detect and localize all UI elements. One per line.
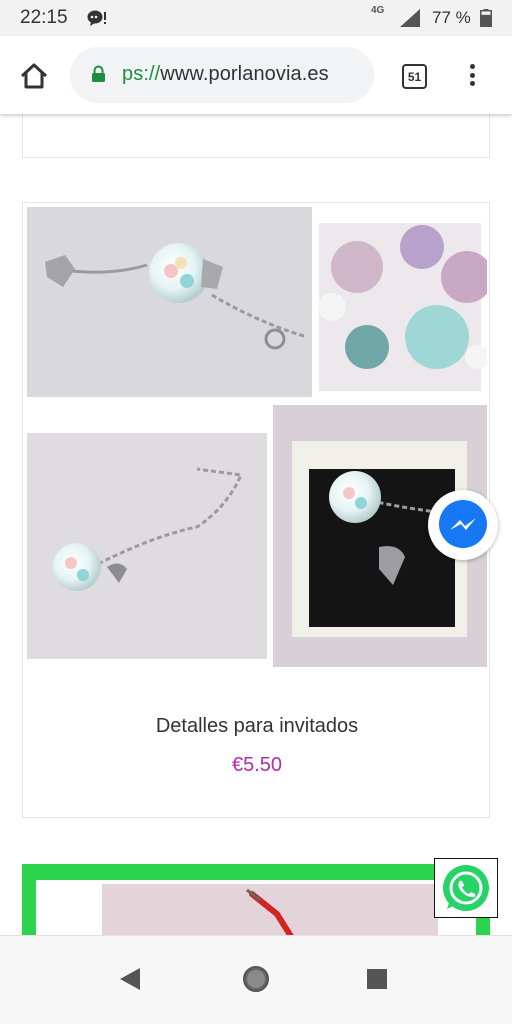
status-time: 22:15 — [20, 7, 68, 28]
messenger-icon — [439, 500, 487, 548]
network-type: 4G — [371, 5, 385, 16]
whatsapp-icon — [443, 865, 489, 911]
system-navigation-bar — [0, 935, 512, 1024]
messenger-button[interactable] — [428, 490, 498, 560]
home-button[interactable] — [14, 56, 54, 96]
address-bar[interactable]: ps://www.porlanovia.es — [70, 47, 374, 103]
whatsapp-button[interactable] — [434, 858, 498, 918]
home-icon — [20, 63, 48, 89]
tab-switcher-button[interactable]: 51 — [398, 60, 430, 92]
url-host: www.porlanovia.es — [160, 63, 329, 85]
back-icon[interactable] — [118, 966, 142, 992]
recents-icon[interactable] — [366, 968, 388, 990]
product-name[interactable]: Detalles para invitados — [23, 715, 491, 738]
tabs-icon: 51 — [402, 64, 427, 89]
lock-icon — [92, 65, 105, 82]
url-text: ps://www.porlanovia.es — [122, 63, 329, 86]
browser-toolbar: ps://www.porlanovia.es 51 — [0, 36, 512, 114]
signal-icon — [400, 9, 420, 27]
status-bar: 22:15 4G 77 % — [0, 0, 512, 36]
url-scheme: ps:// — [122, 63, 161, 85]
home-circle-icon[interactable] — [241, 964, 271, 994]
product-card[interactable]: Detalles para invitados €5.50 — [22, 202, 490, 818]
notification-icon — [87, 10, 106, 26]
screen: 22:15 4G 77 % ps://www.porlanovia.es 51 … — [0, 0, 512, 1024]
product-price: €5.50 — [231, 754, 283, 776]
battery-icon — [480, 9, 492, 27]
overflow-menu-button[interactable] — [460, 58, 484, 92]
product-image[interactable] — [27, 207, 487, 669]
overflow-menu-icon — [469, 64, 475, 69]
battery-percent: 77 % — [432, 8, 471, 27]
tab-count: 51 — [407, 69, 422, 84]
